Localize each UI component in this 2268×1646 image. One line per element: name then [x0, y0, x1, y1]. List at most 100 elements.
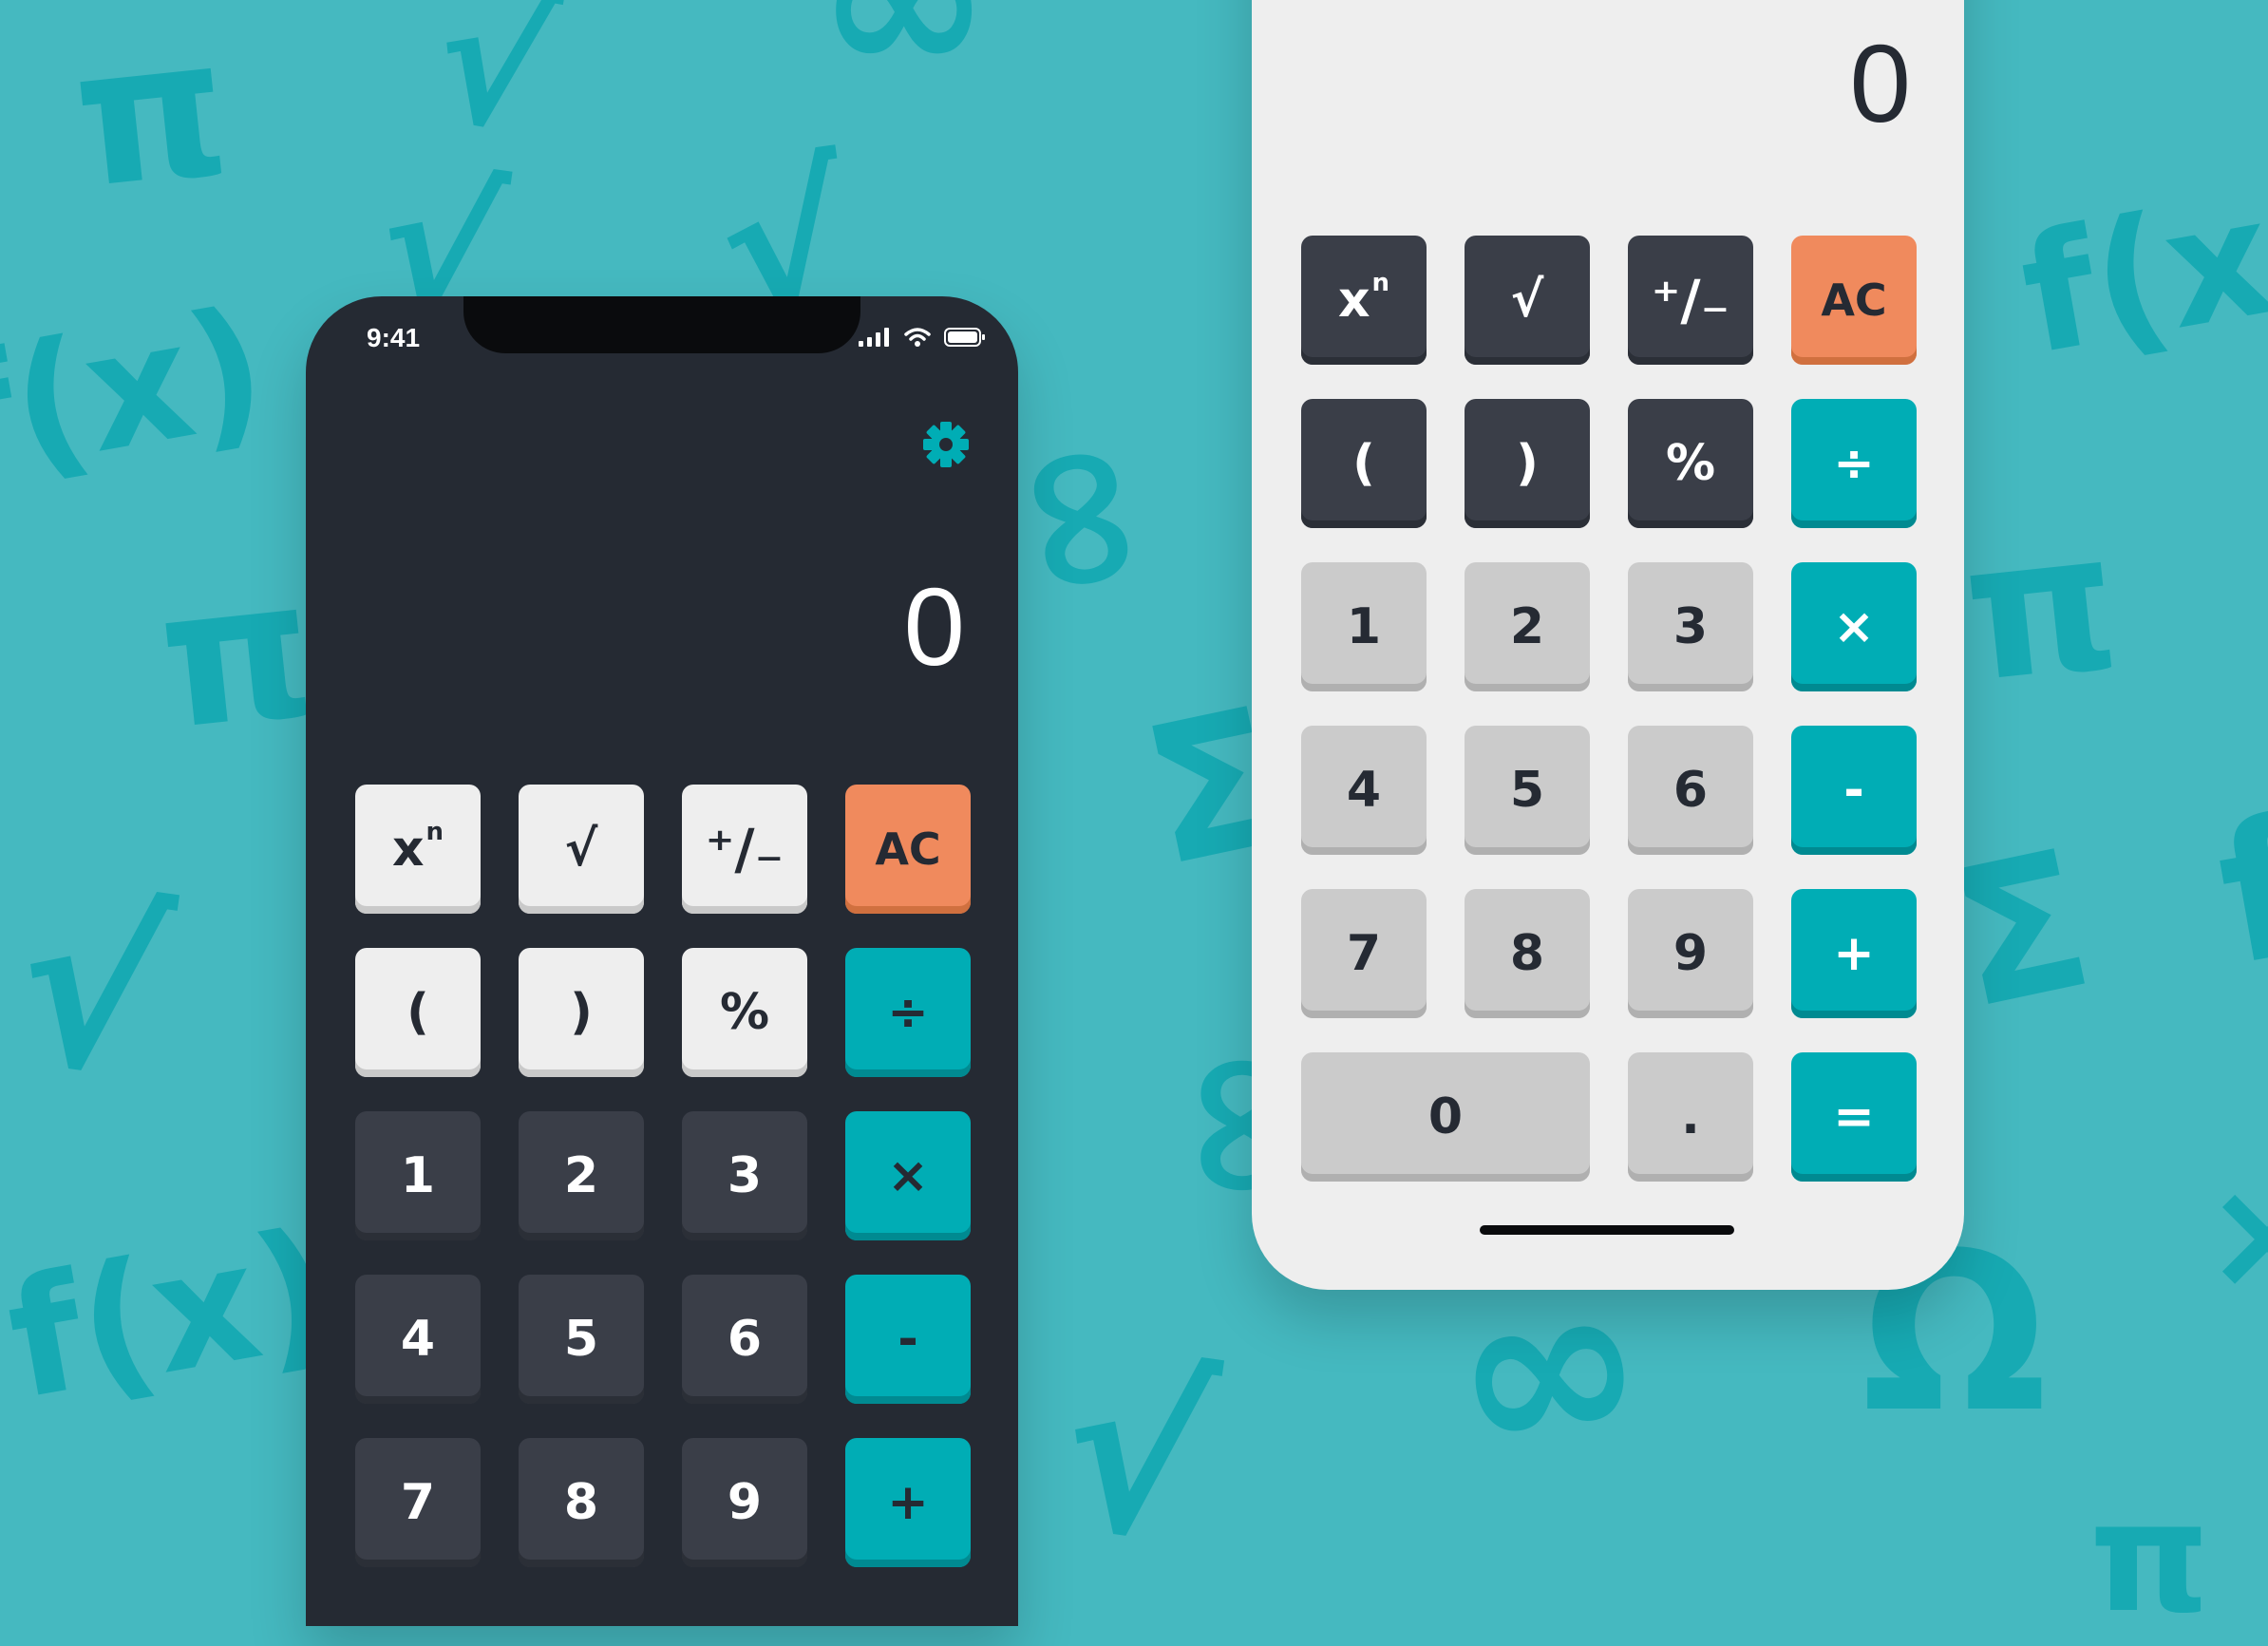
key-label: √: [564, 821, 598, 878]
home-indicator: [1480, 1225, 1734, 1235]
sqrt-key[interactable]: √: [519, 785, 644, 914]
key-label: 2: [563, 1147, 599, 1204]
clear-key[interactable]: AC: [845, 785, 971, 914]
key-label: 8: [1509, 925, 1545, 982]
key-label: ): [1516, 435, 1539, 492]
key-label: 6: [1673, 762, 1709, 819]
key-label: 7: [1346, 925, 1382, 982]
digit-3-key[interactable]: 3: [1628, 562, 1753, 691]
background-symbol: π: [65, 0, 237, 232]
digit-8-key[interactable]: 8: [1465, 889, 1590, 1018]
digit-5-key[interactable]: 5: [519, 1275, 644, 1404]
power-key[interactable]: xn: [1301, 236, 1427, 365]
background-symbol: ⨯: [2203, 1145, 2268, 1323]
key-label: +: [1833, 925, 1875, 982]
key-label: 7: [400, 1474, 436, 1531]
key-label: x: [391, 821, 425, 878]
key-label: 5: [563, 1311, 599, 1368]
settings-button[interactable]: [917, 416, 974, 473]
digit-5-key[interactable]: 5: [1465, 726, 1590, 855]
key-label: 4: [1346, 762, 1382, 819]
status-bar-icons: [859, 327, 986, 348]
close-paren-key[interactable]: ): [519, 948, 644, 1077]
open-paren-key[interactable]: (: [355, 948, 481, 1077]
divide-key[interactable]: ÷: [845, 948, 971, 1077]
key-label: ×: [887, 1147, 929, 1204]
key-label: AC: [875, 823, 941, 875]
key-label: 0: [1427, 1088, 1464, 1145]
divide-key[interactable]: ÷: [1791, 399, 1917, 528]
digit-7-key[interactable]: 7: [355, 1438, 481, 1567]
key-label: (: [406, 984, 429, 1041]
background-symbol: f: [2203, 776, 2268, 1009]
key-label: =: [1833, 1088, 1875, 1145]
key-label: ): [570, 984, 593, 1041]
percent-key[interactable]: %: [1628, 399, 1753, 528]
background-symbol: f(x): [2009, 150, 2268, 391]
key-label: 1: [400, 1147, 436, 1204]
decimal-key[interactable]: .: [1628, 1052, 1753, 1182]
key-label: ⁺∕₋: [1651, 268, 1730, 332]
key-label: +: [887, 1474, 929, 1531]
equals-key[interactable]: =: [1791, 1052, 1917, 1182]
percent-key[interactable]: %: [682, 948, 807, 1077]
background-symbol: √: [420, 0, 568, 174]
plus-minus-key[interactable]: ⁺∕₋: [682, 785, 807, 914]
key-label: %: [719, 984, 770, 1041]
background-symbol: π: [2089, 1468, 2210, 1646]
key-label: AC: [1821, 274, 1887, 326]
digit-4-key[interactable]: 4: [1301, 726, 1427, 855]
clear-key[interactable]: AC: [1791, 236, 1917, 365]
digit-6-key[interactable]: 6: [682, 1275, 807, 1404]
digit-1-key[interactable]: 1: [1301, 562, 1427, 691]
subtract-key[interactable]: -: [845, 1275, 971, 1404]
digit-2-key[interactable]: 2: [1465, 562, 1590, 691]
key-label: x: [1337, 272, 1370, 329]
background-symbol: f(x): [0, 1195, 346, 1436]
key-label: -: [1843, 762, 1864, 819]
key-label: 9: [727, 1474, 763, 1531]
key-label: 9: [1673, 925, 1709, 982]
status-time: 9:41: [367, 323, 421, 352]
background-symbol: √: [2, 856, 182, 1128]
multiply-key[interactable]: ×: [845, 1111, 971, 1240]
calculator-display: 0: [903, 565, 965, 689]
close-paren-key[interactable]: ): [1465, 399, 1590, 528]
phone-notch: [463, 296, 860, 353]
background-symbol: ∞: [817, 0, 992, 122]
digit-6-key[interactable]: 6: [1628, 726, 1753, 855]
background-symbol: π: [1955, 489, 2127, 726]
key-label: -: [898, 1311, 918, 1368]
wifi-icon: [904, 328, 931, 347]
key-superscript: n: [425, 818, 444, 846]
dark-calculator-phone: 9:41 0 x n √ ⁺∕₋ AC () % ÷ 1 2 3 × 4 5 …: [306, 296, 1018, 1626]
open-paren-key[interactable]: (: [1301, 399, 1427, 528]
digit-3-key[interactable]: 3: [682, 1111, 807, 1240]
battery-icon: [944, 328, 985, 347]
key-label: %: [1665, 435, 1716, 492]
plus-minus-key[interactable]: ⁺∕₋: [1628, 236, 1753, 365]
power-key[interactable]: xn: [355, 785, 481, 914]
digit-4-key[interactable]: 4: [355, 1275, 481, 1404]
key-label: √: [1510, 272, 1544, 329]
multiply-key[interactable]: ×: [1791, 562, 1917, 691]
key-label: 5: [1509, 762, 1545, 819]
digit-9-key[interactable]: 9: [682, 1438, 807, 1567]
subtract-key[interactable]: -: [1791, 726, 1917, 855]
digit-2-key[interactable]: 2: [519, 1111, 644, 1240]
digit-9-key[interactable]: 9: [1628, 889, 1753, 1018]
sqrt-key[interactable]: √: [1465, 236, 1590, 365]
digit-8-key[interactable]: 8: [519, 1438, 644, 1567]
background-symbol: π: [150, 537, 323, 773]
add-key[interactable]: +: [845, 1438, 971, 1567]
key-label: ÷: [887, 984, 929, 1041]
add-key[interactable]: +: [1791, 889, 1917, 1018]
digit-7-key[interactable]: 7: [1301, 889, 1427, 1018]
digit-0-key[interactable]: 0: [1301, 1052, 1590, 1182]
light-calculator-phone: 0 x n √ ⁺∕₋ AC ()% ÷ 1 2 3 × 4 5 6 - 7 8 9 +0. =: [1252, 0, 1964, 1290]
key-superscript: n: [1371, 269, 1390, 297]
background-symbol: √: [1047, 1321, 1227, 1594]
digit-1-key[interactable]: 1: [355, 1111, 481, 1240]
key-label: ×: [1833, 598, 1875, 655]
calculator-display: 0: [1849, 22, 1911, 145]
